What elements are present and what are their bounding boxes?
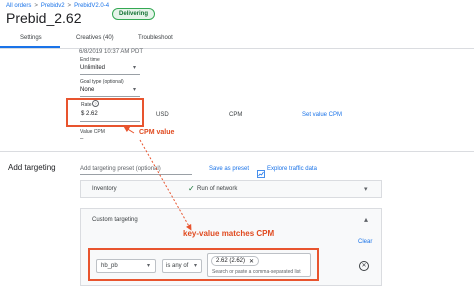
cpm-arrow [123, 126, 135, 134]
key-value-arrow [139, 139, 192, 231]
annotation-arrows [123, 126, 192, 231]
